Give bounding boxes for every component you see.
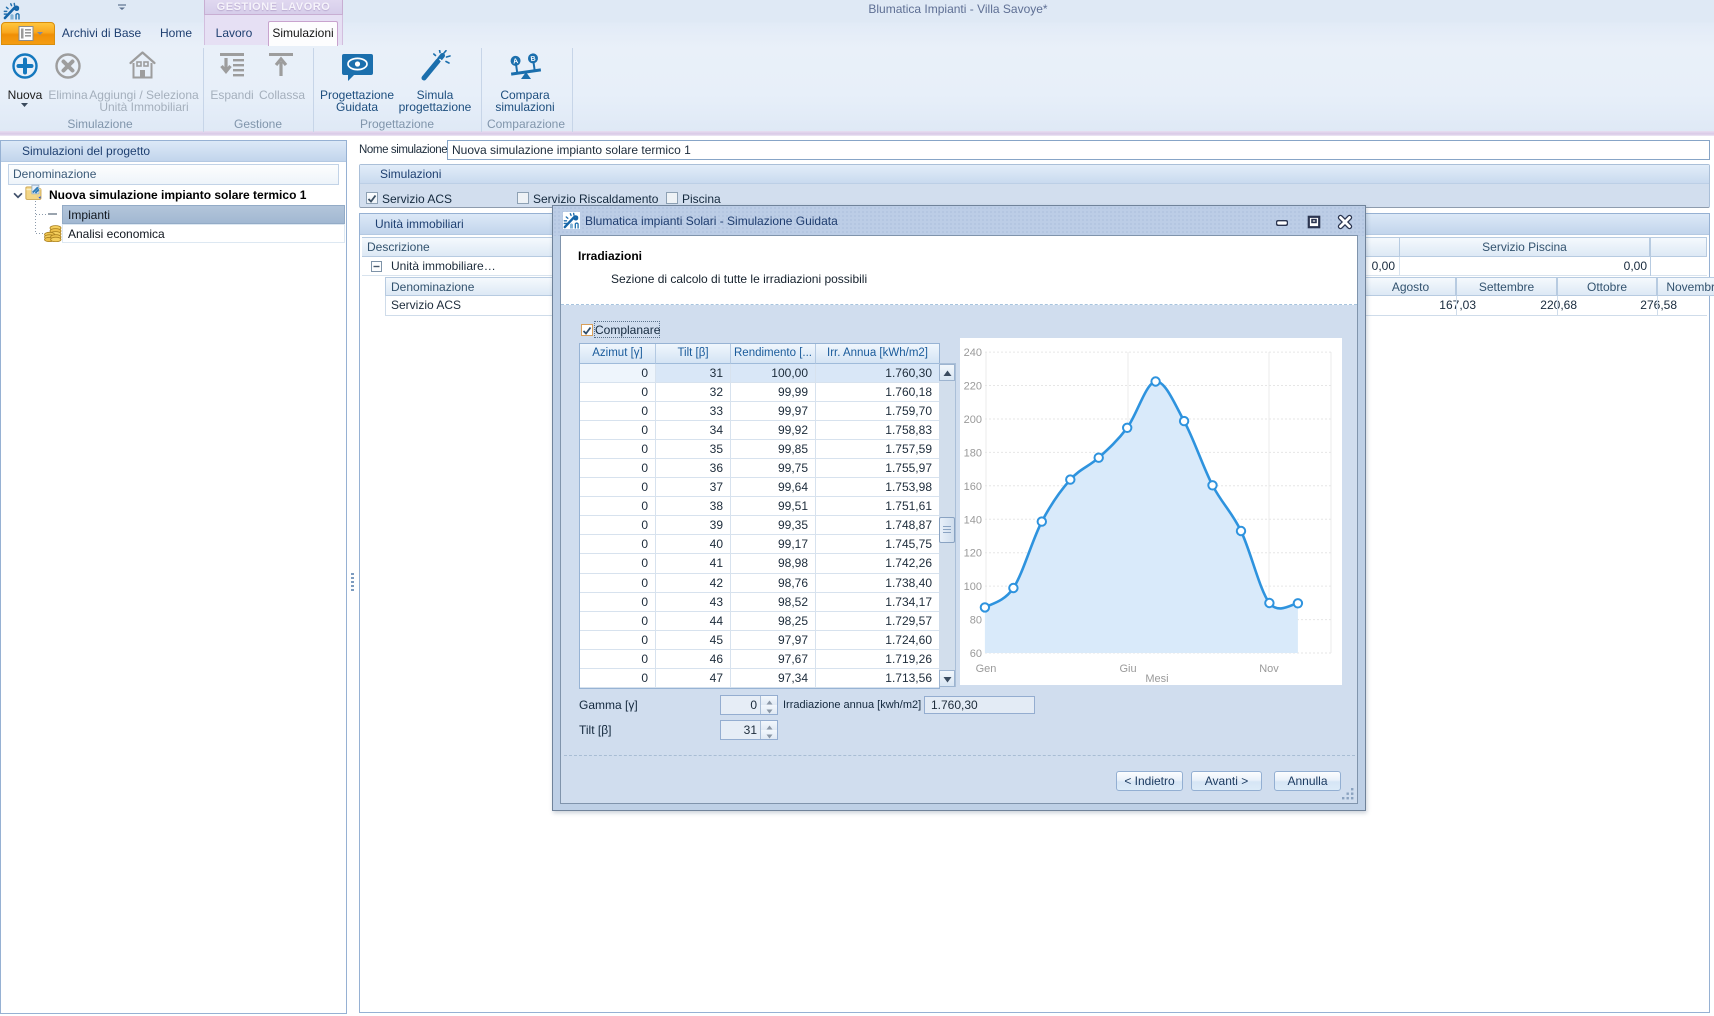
svg-text:120: 120 [964,548,982,560]
svg-text:B: B [530,56,536,64]
svg-text:Mesi: Mesi [1145,673,1168,685]
svg-text:240: 240 [964,347,982,359]
svg-text:100: 100 [964,581,982,593]
svg-text:220: 220 [964,381,982,393]
svg-text:80: 80 [970,615,982,627]
svg-text:Gen: Gen [976,663,997,675]
svg-text:Nov: Nov [1259,663,1279,675]
svg-text:180: 180 [964,447,982,459]
svg-text:140: 140 [964,514,982,526]
svg-text:Giu: Giu [1119,663,1136,675]
svg-text:160: 160 [964,481,982,493]
svg-text:200: 200 [964,414,982,426]
svg-text:A: A [513,58,519,66]
svg-text:60: 60 [970,648,982,660]
